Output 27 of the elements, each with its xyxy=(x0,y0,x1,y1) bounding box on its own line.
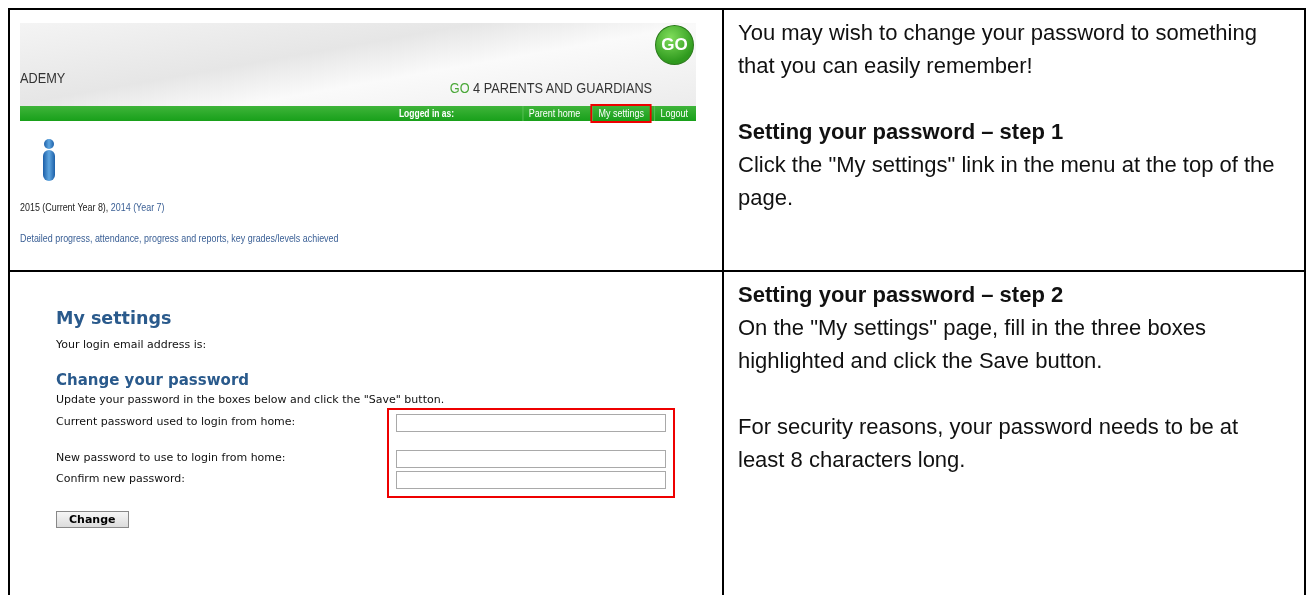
menu-link[interactable]: My settings xyxy=(592,106,650,121)
menu-link[interactable]: Logout xyxy=(654,106,694,121)
go-logo: GO xyxy=(655,25,694,65)
menu-link[interactable]: Parent home xyxy=(522,106,586,121)
step-heading: Setting your password – step 1 xyxy=(738,118,1065,146)
step-instructions: On the "My settings" page, fill in the three boxes highlighted and click the Save button. xyxy=(738,314,1208,375)
field-label: New password to use to login from home: xyxy=(56,451,287,466)
form-instructions: Update your password in the boxes below and click the "Save" button. xyxy=(56,393,446,406)
field-label: Confirm new password: xyxy=(56,472,186,487)
change-button[interactable]: Change xyxy=(56,511,129,528)
email-label: Your login email address is: xyxy=(56,338,208,351)
page-title: My settings xyxy=(56,308,173,328)
intro-paragraph: You may wish to change your password to something that you can easily remember! xyxy=(738,19,1258,80)
step-instructions: For security reasons, your password needs to be at least 8 characters long. xyxy=(738,413,1240,474)
portal-title: GO 4 PARENTS AND GUARDIANS xyxy=(449,79,652,96)
password-field[interactable] xyxy=(396,414,666,432)
step-instructions: Click the "My settings" link in the menu at the top of the page. xyxy=(738,151,1276,212)
person-icon xyxy=(42,137,56,183)
password-field[interactable] xyxy=(396,471,666,489)
password-field[interactable] xyxy=(396,450,666,468)
section-title: Change your password xyxy=(56,371,250,389)
field-label: Current password used to login from home: xyxy=(56,415,297,430)
school-name: ADEMY xyxy=(20,69,66,86)
details-link[interactable]: Detailed progress, attendance, progress and reports, key grades/levels achieved xyxy=(20,232,339,244)
school-years: 2015 (Current Year 8), 2014 (Year 7) xyxy=(20,201,166,213)
logged-in-label: Logged in as: xyxy=(398,108,454,119)
step-heading: Setting your password – step 2 xyxy=(738,281,1065,309)
